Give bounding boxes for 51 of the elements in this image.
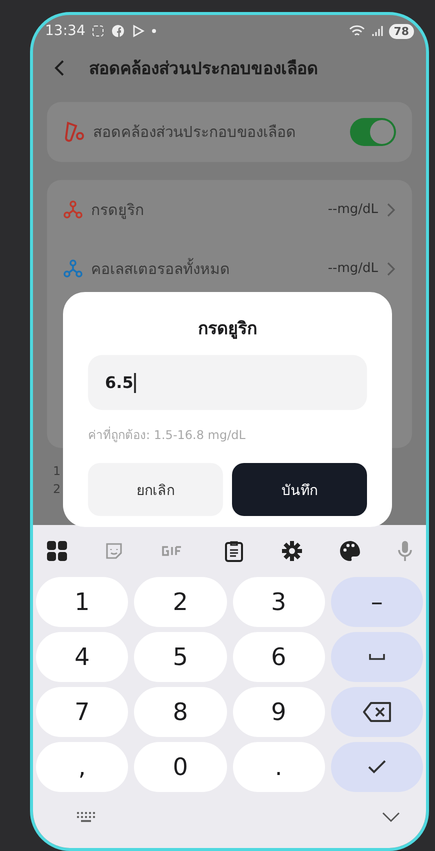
keyboard-key[interactable]: 7 — [36, 687, 128, 737]
keyboard-key[interactable]: 6 — [232, 632, 325, 682]
back-icon[interactable] — [53, 58, 65, 76]
keyboard-key[interactable]: 1 — [36, 577, 128, 627]
input-field[interactable]: 6.5 — [88, 355, 367, 410]
toggle-switch[interactable] — [350, 118, 396, 146]
keyboard-key[interactable]: , — [36, 742, 128, 792]
chevron-icon — [386, 202, 396, 218]
grid-icon[interactable] — [46, 540, 68, 562]
keyboard-key[interactable]: 9 — [232, 687, 325, 737]
hint-text: ค่าที่ถูกต้อง: 1.5-16.8 mg/dL — [88, 426, 246, 444]
metric-row[interactable]: คอเลสเตอรอลทั้งหมด --mg/dL — [63, 239, 396, 298]
signal-icon — [370, 25, 383, 37]
keyboard-key[interactable]: 3 — [232, 577, 325, 627]
metric-name: กรดยูริก — [91, 200, 145, 221]
toggle-label: สอดคล้องส่วนประกอบของเลือด — [93, 122, 297, 143]
dialog-title: กรดยูริก — [197, 318, 258, 341]
keyboard-key[interactable]: 4 — [36, 632, 128, 682]
metric-row[interactable]: กรดยูริก --mg/dL — [63, 180, 396, 239]
keyboard-key[interactable]: 8 — [134, 687, 226, 737]
page-title: สอดคล้องส่วนประกอบของเลือด — [89, 58, 318, 81]
keyboard-key[interactable]: – — [330, 577, 423, 627]
metric-value: --mg/dL — [328, 261, 378, 276]
metric-value: --mg/dL — [328, 202, 378, 217]
note-text: 2 — [53, 481, 61, 498]
test-tube-icon — [63, 121, 85, 143]
keyboard-key[interactable]: 2 — [134, 577, 226, 627]
metric-name: คอเลสเตอรอลทั้งหมด — [91, 257, 231, 280]
play-store-icon — [131, 24, 146, 38]
status-time: 13:34 — [45, 23, 86, 39]
keyboard-key[interactable] — [330, 687, 423, 737]
keyboard-key[interactable]: 0 — [134, 742, 226, 792]
keyboard-icon[interactable] — [76, 811, 98, 823]
note-text: 1 — [53, 463, 61, 480]
chevron-down-icon[interactable] — [381, 811, 401, 823]
palette-icon[interactable] — [338, 540, 361, 562]
settings-icon[interactable] — [280, 540, 303, 562]
save-button[interactable]: บันทึก — [232, 463, 367, 516]
dot-icon — [151, 28, 158, 34]
backspace-icon — [362, 701, 392, 723]
check-icon — [366, 759, 387, 775]
clipboard-icon[interactable] — [224, 540, 244, 562]
facebook-icon — [111, 24, 126, 38]
battery-level: 78 — [388, 24, 414, 38]
cancel-button[interactable]: ยกเลิก — [88, 463, 223, 516]
wifi-icon — [348, 24, 365, 38]
space-icon — [368, 653, 385, 661]
keyboard-key[interactable]: . — [232, 742, 325, 792]
chevron-icon — [386, 260, 396, 276]
keyboard-key[interactable]: 5 — [134, 632, 226, 682]
screenshot-icon — [91, 24, 106, 38]
